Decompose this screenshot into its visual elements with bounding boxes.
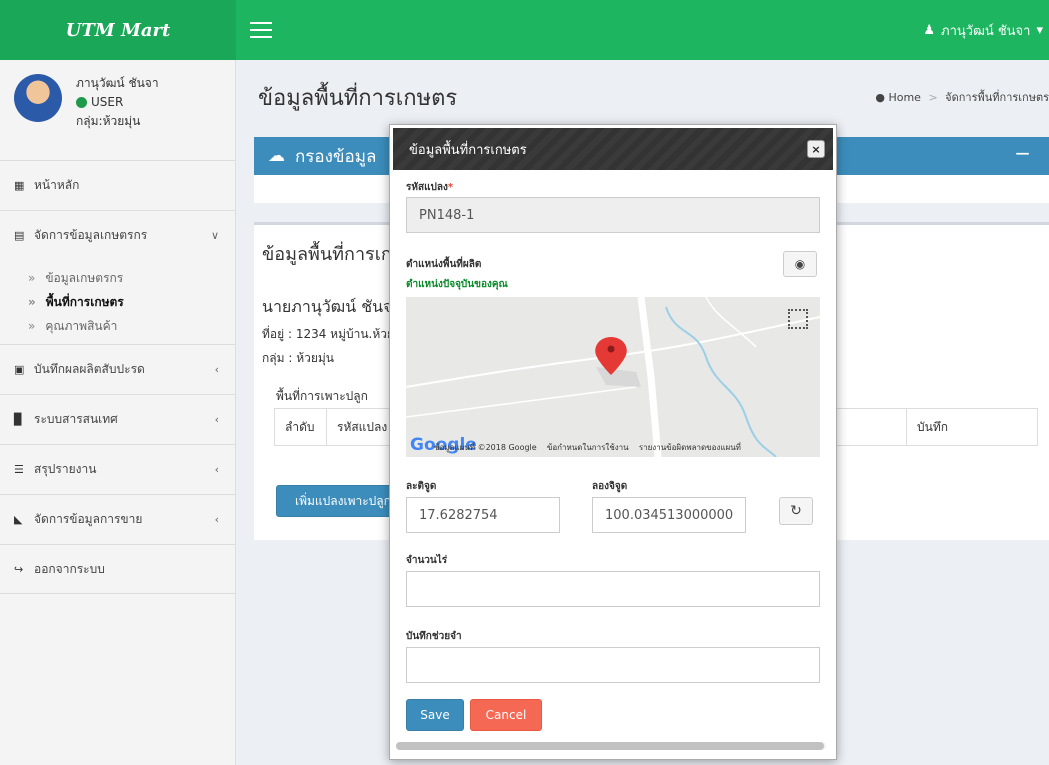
- farmer-name: นายภานุวัฒน์ ชันจา: [262, 297, 402, 316]
- submenu-farmer: » ข้อมูลเกษตรกร » พื้นที่การเกษตร » คุณภาพส…: [0, 260, 235, 344]
- current-location-label: ตำแหน่งปัจจุบันของคุณ: [406, 279, 508, 290]
- table-icon: ▤: [14, 229, 25, 242]
- list-icon: ☰: [14, 463, 24, 476]
- sidebar-toggle-icon[interactable]: [250, 22, 272, 38]
- status-dot-icon: [76, 97, 87, 108]
- scrollbar-thumb[interactable]: [396, 742, 824, 750]
- note-input[interactable]: [406, 647, 820, 683]
- file-icon: ◣: [14, 513, 23, 526]
- table-header-index: ลำดับ: [275, 409, 327, 445]
- sidebar-item-logout[interactable]: ↪ ออกจากระบบ: [0, 544, 235, 594]
- modal-header: ข้อมูลพื้นที่การเกษตร ×: [393, 128, 833, 170]
- sidebar-item-farmer-data[interactable]: ▤ จัดการข้อมูลเกษตรกร ∨: [0, 210, 235, 260]
- dashboard-icon: ▦: [14, 179, 25, 192]
- sidebar-item-report[interactable]: ☰ สรุปรายงาน ‹: [0, 444, 235, 494]
- close-icon[interactable]: ×: [807, 140, 825, 158]
- logout-icon: ↪: [14, 562, 24, 576]
- user-group: กลุ่ม:ห้วยมุ่น: [76, 114, 141, 128]
- map-view[interactable]: Google ข้อมูลแผนที่ ©2018 Google ข้อกำหน…: [406, 297, 820, 457]
- dashboard-icon: ●: [875, 91, 885, 104]
- chevron-left-icon: ‹: [214, 363, 219, 376]
- latitude-input[interactable]: [406, 497, 560, 533]
- note-label: บันทึกช่วยจำ: [406, 631, 462, 642]
- cloud-icon: ☁: [268, 146, 285, 166]
- plot-code-label: รหัสแปลง*: [406, 182, 454, 193]
- cancel-button[interactable]: Cancel: [470, 699, 542, 731]
- user-menu[interactable]: ♟ ภานุวัฒน์ ชันจา ▾: [923, 0, 1043, 60]
- avatar: [14, 74, 62, 122]
- filter-box-title: กรองข้อมูล: [295, 146, 377, 167]
- submenu-item-product-quality[interactable]: » คุณภาพสินค้า: [28, 314, 235, 338]
- map-report-link[interactable]: รายงานข้อผิดพลาดของแผนที่: [639, 443, 741, 452]
- add-plot-button[interactable]: เพิ่มแปลงเพาะปลูก: [276, 485, 392, 517]
- fullscreen-icon[interactable]: [788, 309, 808, 329]
- user-role: USER: [76, 93, 159, 112]
- farm-area-modal: ข้อมูลพื้นที่การเกษตร × รหัสแปลง* ตำแหน่…: [389, 124, 837, 760]
- modal-title: ข้อมูลพื้นที่การเกษตร: [409, 142, 527, 158]
- breadcrumb-current: จัดการพื้นที่การเกษตร: [945, 91, 1049, 104]
- rai-label: จำนวนไร่: [406, 555, 448, 566]
- farmer-group: กลุ่ม : ห้วยมุ่น: [262, 351, 334, 365]
- latitude-label: ละติจูด: [406, 481, 437, 492]
- plot-code-input[interactable]: [406, 197, 820, 233]
- user-name: ภานุวัฒน์ ชันจา: [76, 76, 159, 90]
- map-terms-link[interactable]: ข้อกำหนดในการใช้งาน: [547, 443, 629, 452]
- breadcrumb: ● Home > จัดการพื้นที่การเกษตร: [875, 91, 1049, 104]
- chevron-down-icon: ∨: [210, 229, 219, 242]
- book-icon: ▣: [14, 363, 25, 376]
- breadcrumb-home[interactable]: Home: [888, 91, 920, 104]
- map-attribution: ข้อมูลแผนที่ ©2018 Google ข้อกำหนดในการใ…: [434, 443, 741, 452]
- chart-icon: ▉: [14, 413, 23, 426]
- submenu-item-farmer-info[interactable]: » ข้อมูลเกษตรกร: [28, 266, 235, 290]
- user-menu-name: ภานุวัฒน์ ชันจา: [941, 23, 1031, 39]
- top-navbar: UTM Mart ♟ ภานุวัฒน์ ชันจา ▾: [0, 0, 1049, 60]
- rai-input[interactable]: [406, 571, 820, 607]
- sidebar-item-pineapple-yield[interactable]: ▣ บันทึกผลผลิตสับปะรด ‹: [0, 344, 235, 394]
- user-icon: ♟: [923, 22, 936, 38]
- sidebar-item-home[interactable]: ▦ หน้าหลัก: [0, 160, 235, 210]
- caret-down-icon: ▾: [1036, 22, 1043, 38]
- chevron-left-icon: ‹: [214, 413, 219, 426]
- locate-icon[interactable]: ◉: [783, 251, 817, 277]
- page-title: ข้อมูลพื้นที่การเกษตร: [258, 86, 458, 111]
- collapse-icon[interactable]: −: [1014, 141, 1031, 165]
- plot-label: พื้นที่การเพาะปลูก: [276, 389, 368, 403]
- map-canvas[interactable]: [406, 297, 820, 457]
- table-header-note: บันทึก: [917, 419, 948, 434]
- sidebar: ภานุวัฒน์ ชันจา USER กลุ่ม:ห้วยมุ่น ▦ หน…: [0, 60, 236, 765]
- longitude-input[interactable]: [592, 497, 746, 533]
- refresh-icon[interactable]: ↻: [779, 497, 813, 525]
- longitude-label: ลองจิจูด: [592, 481, 628, 492]
- submenu-item-farm-area[interactable]: » พื้นที่การเกษตร: [28, 290, 235, 314]
- sidebar-item-information-system[interactable]: ▉ ระบบสารสนเทศ ‹: [0, 394, 235, 444]
- location-label: ตำแหน่งพื้นที่ผลิต: [406, 259, 482, 270]
- brand-logo[interactable]: UTM Mart: [0, 0, 236, 60]
- save-button[interactable]: Save: [406, 699, 464, 731]
- user-panel: ภานุวัฒน์ ชันจา USER กลุ่ม:ห้วยมุ่น: [0, 60, 235, 160]
- farmer-address: ที่อยู่ : 1234 หมู่บ้าน.ห้วยมุ่น: [262, 327, 411, 341]
- sidebar-item-sales[interactable]: ◣ จัดการข้อมูลการขาย ‹: [0, 494, 235, 544]
- horizontal-scrollbar[interactable]: [396, 742, 826, 750]
- chevron-left-icon: ‹: [214, 513, 219, 526]
- chevron-left-icon: ‹: [214, 463, 219, 476]
